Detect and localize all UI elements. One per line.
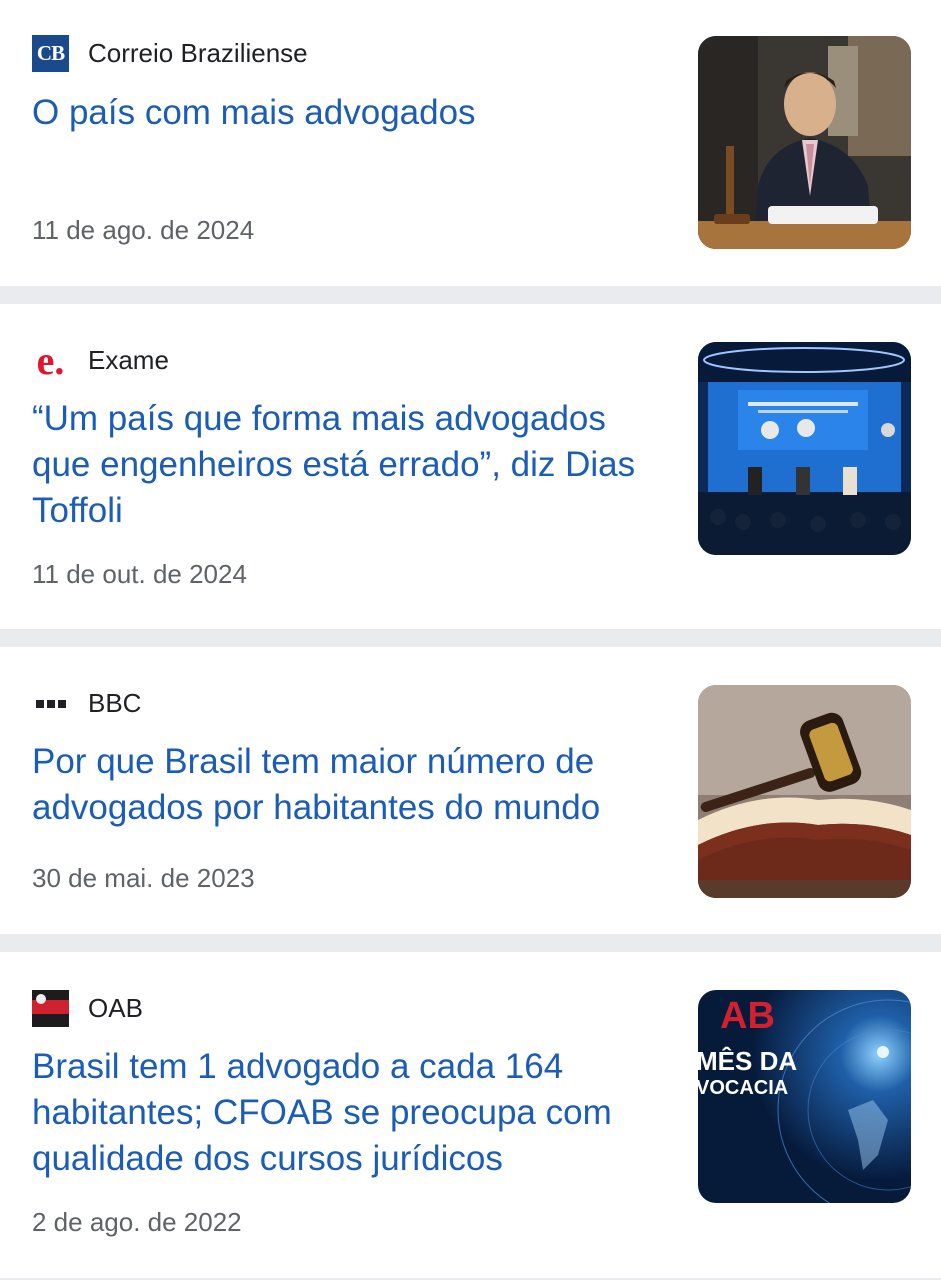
news-card[interactable]: OAB Brasil tem 1 advogado a cada 164 hab… — [0, 952, 941, 1278]
news-card[interactable]: CB Correio Braziliense O país com mais a… — [0, 0, 941, 286]
source-name: OAB — [88, 993, 143, 1023]
news-date: 30 de mai. de 2023 — [32, 863, 255, 893]
bbc-logo-icon — [32, 685, 69, 722]
news-date: 11 de out. de 2024 — [32, 559, 247, 589]
news-source: e. Exame — [32, 338, 169, 383]
oab-logo-icon — [32, 990, 69, 1027]
thumbnail-line2: VOCACIA — [698, 1077, 788, 1099]
mes-da-advocacia-globe-image: AB MÊS DA VOCACIA — [698, 990, 911, 1203]
thumbnail-line1: MÊS DA — [698, 1046, 797, 1076]
news-feed: CB Correio Braziliense O país com mais a… — [0, 0, 941, 1278]
source-name: Exame — [88, 345, 169, 375]
news-source: BBC — [32, 685, 141, 722]
news-date: 2 de ago. de 2022 — [32, 1207, 242, 1237]
source-name: Correio Braziliense — [88, 38, 308, 68]
news-thumbnail[interactable] — [698, 685, 911, 898]
news-card[interactable]: BBC Por que Brasil tem maior número de a… — [0, 647, 941, 934]
news-thumbnail[interactable] — [698, 342, 911, 555]
source-name: BBC — [88, 688, 142, 718]
exame-logo-icon: e. — [36, 338, 65, 383]
man-in-suit-at-desk-with-gavel-image — [698, 36, 911, 249]
news-date: 11 de ago. de 2024 — [32, 215, 255, 245]
news-card[interactable]: e. Exame “Um país que forma mais advogad… — [0, 304, 941, 629]
news-source: OAB — [32, 990, 143, 1027]
gavel-on-book-image — [698, 685, 911, 898]
conference-stage-panel-image — [698, 342, 911, 555]
news-headline[interactable]: Por que Brasil tem maior número de advog… — [32, 739, 672, 831]
news-source: CB Correio Braziliense — [32, 35, 308, 72]
news-headline[interactable]: O país com mais advogados — [32, 90, 672, 136]
news-headline[interactable]: Brasil tem 1 advogado a cada 164 habitan… — [32, 1044, 672, 1182]
news-headline[interactable]: “Um país que forma mais advogados que en… — [32, 396, 672, 534]
news-thumbnail[interactable] — [698, 36, 911, 249]
news-thumbnail[interactable]: AB MÊS DA VOCACIA — [698, 990, 911, 1203]
thumbnail-logo-text: AB — [720, 995, 775, 1037]
correio-braziliense-logo-icon: CB — [32, 35, 69, 72]
